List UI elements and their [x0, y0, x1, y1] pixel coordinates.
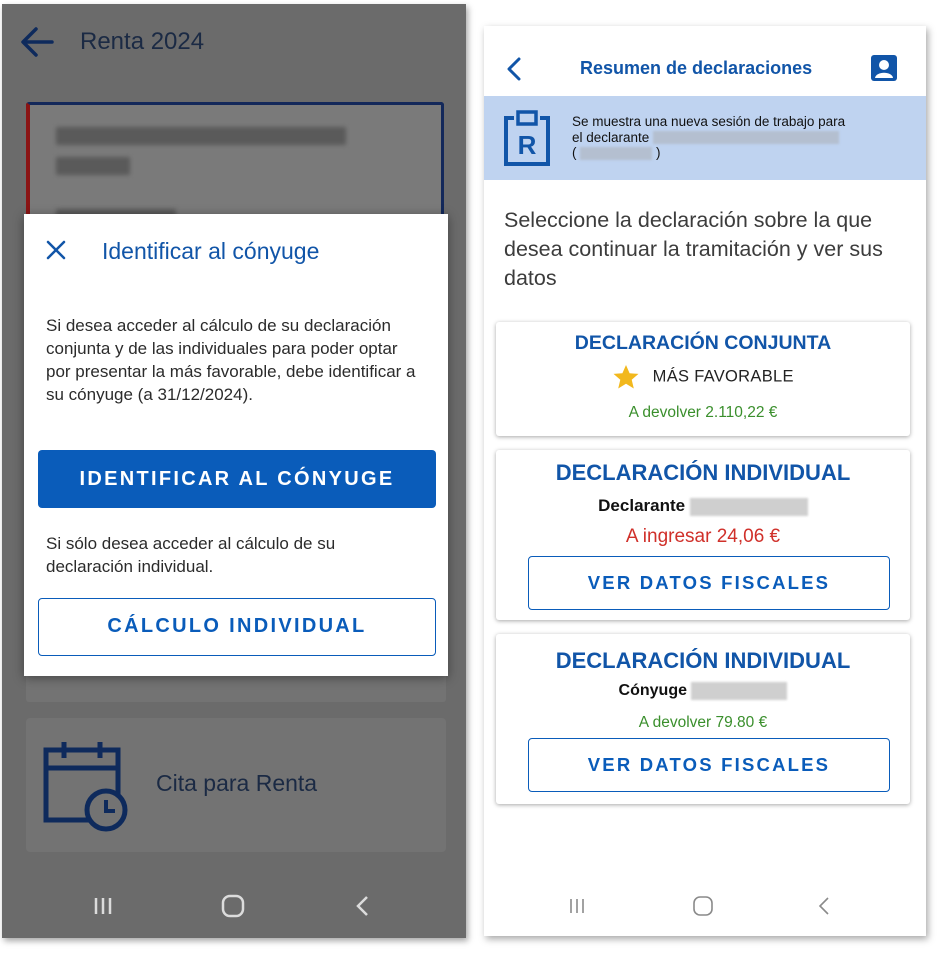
card-title: DECLARACIÓN INDIVIDUAL — [555, 460, 851, 485]
renta-logo-icon: R — [504, 110, 550, 166]
cita-card[interactable]: Cita para Renta — [26, 718, 446, 852]
right-phone-screen: Resumen de declaraciones R Se muestra un… — [484, 26, 926, 936]
individual-description: Si sólo desea acceder al cálculo de su d… — [46, 534, 336, 576]
taxpayer-card[interactable] — [26, 102, 444, 222]
blurred-name-line2 — [56, 157, 130, 175]
profile-icon[interactable] — [870, 54, 898, 82]
dialog-description: Si desea acceder al cálculo de su declar… — [46, 316, 416, 404]
blurred-declarant-id — [580, 146, 653, 160]
favorable-badge: MÁS FAVORABLE — [496, 364, 910, 390]
selection-prompt: Seleccione la declaración sobre la que d… — [504, 208, 883, 290]
individual-calc-button[interactable]: CÁLCULO INDIVIDUAL — [38, 598, 436, 656]
declarant-row: Declarante — [496, 496, 910, 516]
amount-refund: A devolver 79.80 € — [638, 714, 768, 731]
individual-declarant-card: DECLARACIÓN INDIVIDUAL Declarante A ingr… — [496, 450, 910, 620]
card-title: DECLARACIÓN INDIVIDUAL — [555, 648, 851, 673]
left-phone-screen: Renta 2024 Cita para Renta Identificar a… — [2, 4, 466, 938]
identify-spouse-dialog: Identificar al cónyuge Si desea acceder … — [24, 214, 448, 676]
system-nav-bar — [2, 874, 466, 938]
amount-payment: A ingresar 24,06 € — [625, 526, 781, 547]
nav-back-icon[interactable] — [810, 892, 840, 920]
recents-icon[interactable] — [88, 892, 118, 920]
card-title: DECLARACIÓN CONJUNTA — [574, 332, 832, 354]
page-title: Resumen de declaraciones — [580, 58, 813, 78]
home-icon[interactable] — [218, 892, 248, 920]
recents-icon[interactable] — [562, 892, 592, 920]
joint-declaration-card[interactable]: DECLARACIÓN CONJUNTA MÁS FAVORABLE A dev… — [496, 322, 910, 436]
chevron-left-icon[interactable] — [504, 56, 524, 82]
app-header: Renta 2024 — [2, 4, 466, 80]
arrow-left-icon[interactable] — [18, 24, 58, 60]
close-icon[interactable] — [44, 238, 68, 262]
view-fiscal-data-button[interactable]: VER DATOS FISCALES — [528, 556, 890, 610]
cita-label: Cita para Renta — [156, 770, 318, 796]
spouse-row: Cónyuge — [496, 682, 910, 700]
calendar-clock-icon — [43, 742, 128, 832]
star-icon — [613, 365, 639, 389]
banner-text: Se muestra una nueva sesión de trabajo p… — [572, 114, 846, 160]
identify-spouse-button[interactable]: IDENTIFICAR AL CÓNYUGE — [38, 450, 436, 508]
blurred-spouse — [691, 682, 788, 700]
nav-back-icon[interactable] — [348, 892, 378, 920]
blurred-declarant — [689, 497, 808, 516]
system-nav-bar — [484, 874, 926, 936]
page-title: Renta 2024 — [80, 28, 205, 55]
blurred-name — [56, 127, 346, 145]
home-icon[interactable] — [688, 892, 718, 920]
dialog-title: Identificar al cónyuge — [102, 238, 320, 264]
blurred-declarant-name — [653, 131, 840, 145]
view-fiscal-data-button[interactable]: VER DATOS FISCALES — [528, 738, 890, 792]
amount-refund: A devolver 2.110,22 € — [628, 404, 778, 421]
svg-text:R: R — [518, 130, 537, 160]
individual-spouse-card: DECLARACIÓN INDIVIDUAL Cónyuge A devolve… — [496, 634, 910, 804]
session-banner: R Se muestra una nueva sesión de trabajo… — [484, 96, 926, 180]
